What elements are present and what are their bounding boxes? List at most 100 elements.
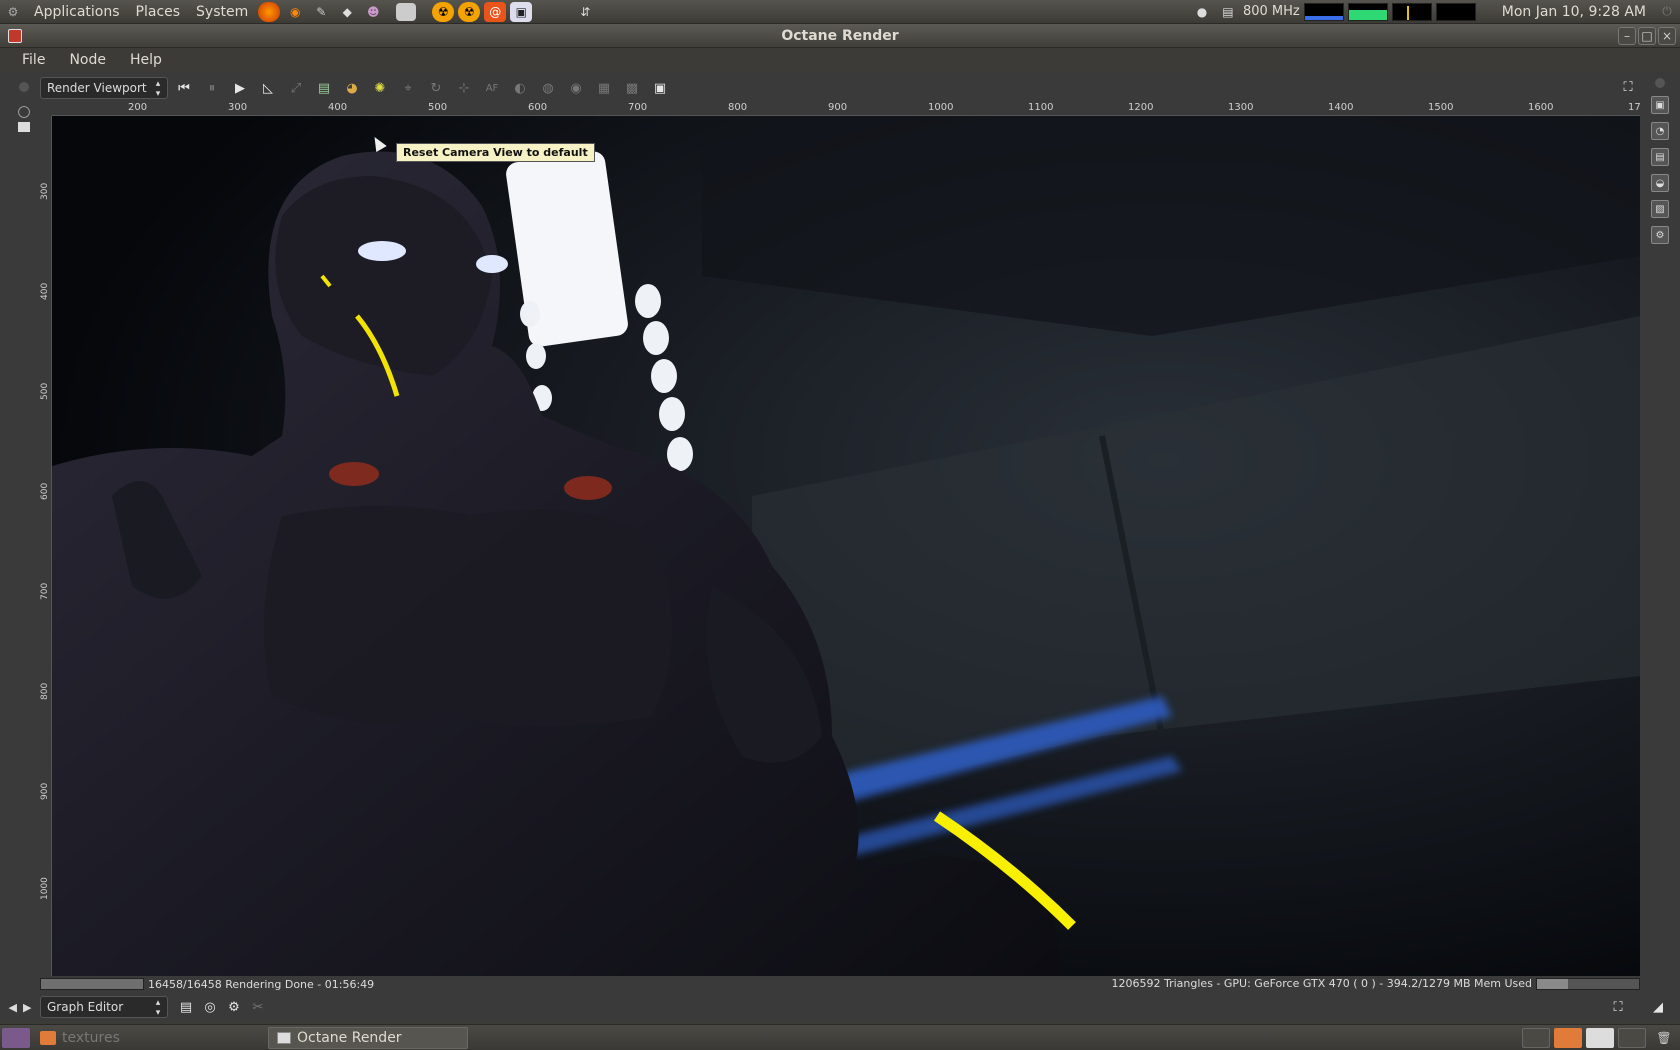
ruler-v-label: 900 [40, 782, 50, 800]
ruler-h-label: 200 [128, 102, 148, 113]
light-icon[interactable]: ✺ [368, 77, 392, 99]
disk-graph [1435, 2, 1476, 21]
panel-next-icon[interactable]: ▶ [23, 1001, 31, 1014]
places-menu[interactable]: Places [128, 4, 189, 20]
minimize-button[interactable]: – [1618, 27, 1636, 45]
trash-icon[interactable]: 🗑 [1650, 1028, 1678, 1048]
task-label: Octane Render [297, 1029, 402, 1046]
checker-icon[interactable]: ▩ [620, 77, 644, 99]
system-menu[interactable]: System [188, 4, 256, 20]
task-textures[interactable]: textures [32, 1027, 222, 1049]
ruler-v-label: 300 [40, 182, 50, 200]
window-title: Octane Render [781, 27, 899, 44]
ruler-icon[interactable]: ◺ [256, 77, 280, 99]
white-balance-icon[interactable]: ◐ [508, 77, 532, 99]
cpu-graph [1303, 2, 1344, 21]
render-progress-bar [40, 978, 144, 990]
alpha-icon[interactable]: ▣ [648, 77, 672, 99]
pick-icon[interactable]: ⊹ [452, 77, 476, 99]
viewport-selector[interactable]: Render Viewport ▴▾ [40, 77, 168, 99]
ruler-h-label: 1600 [1528, 102, 1554, 113]
ruler-h-label: 400 [328, 102, 348, 113]
lock-icon[interactable]: ◉ [564, 77, 588, 99]
maximize-button[interactable]: □ [1638, 27, 1656, 45]
dock-handle-right-icon[interactable] [1655, 78, 1665, 88]
gimp-icon[interactable]: ✎ [310, 2, 332, 22]
save-image-icon[interactable]: ▤ [312, 77, 336, 99]
applications-menu[interactable]: Applications [26, 4, 128, 20]
node-inspector-icon[interactable]: ⚙ [1651, 226, 1669, 244]
graph-editor-selector-label: Graph Editor [47, 1000, 124, 1014]
file-menu[interactable]: File [10, 52, 57, 68]
clock[interactable]: Mon Jan 10, 9:28 AM [1494, 4, 1654, 20]
collapse-icon[interactable] [18, 122, 30, 132]
folder-icon [40, 1030, 56, 1045]
ruler-h-label: 300 [228, 102, 248, 113]
menubar: File Node Help [0, 48, 1680, 72]
ruler-h-label: 1000 [928, 102, 954, 113]
panel-prev-icon[interactable]: ◀ [9, 1001, 17, 1014]
grid-icon[interactable]: ▦ [592, 77, 616, 99]
memory-usage-fill [1537, 978, 1569, 989]
network-graph [1391, 2, 1432, 21]
file-manager-icon[interactable] [396, 2, 417, 21]
fullscreen-icon[interactable]: ⛶ [1616, 76, 1640, 98]
inkscape-icon[interactable]: ◆ [336, 2, 358, 22]
workspace-1-icon[interactable] [1522, 1027, 1550, 1048]
restart-render-icon[interactable]: ⏮ [172, 77, 196, 99]
workspace-3-icon[interactable] [1586, 1027, 1614, 1048]
nuke-x-icon[interactable]: ☢ [458, 1, 481, 22]
new-node-icon[interactable]: ▤ [174, 996, 198, 1018]
app-area: Render Viewport ▴▾ ⏮ ⏸ ▶ ◺ ⤢ ▤ ◕ ✺ ⌖ ↻ ⊹… [0, 72, 1680, 1022]
panel-nav: ◀ ▶ [0, 1001, 40, 1014]
focus-icon[interactable]: ⌖ [396, 77, 420, 99]
updown-icon: ▴▾ [153, 998, 163, 1018]
render-settings-icon[interactable]: ▣ [1651, 96, 1669, 114]
add-node-icon[interactable]: ◎ [198, 996, 222, 1018]
monster-icon[interactable]: ☻ [362, 2, 384, 22]
show-desktop-icon[interactable] [2, 1027, 30, 1048]
material-icon[interactable]: ◕ [340, 77, 364, 99]
render-viewport[interactable]: Reset Camera View to default [52, 116, 1640, 976]
help-menu[interactable]: Help [118, 52, 174, 68]
resize-grip-icon[interactable]: ◢ [1646, 996, 1670, 1018]
window-menu-icon[interactable] [8, 29, 22, 43]
ruler-h-label: 17 [1628, 102, 1641, 113]
ubuntu-logo-icon[interactable]: ⚙ [2, 2, 24, 22]
task-octane-render[interactable]: Octane Render [268, 1026, 468, 1049]
image-icon[interactable]: ▨ [1651, 200, 1669, 218]
dock-handle-icon[interactable] [19, 82, 29, 92]
graph-fullscreen-icon[interactable]: ⛶ [1606, 996, 1630, 1018]
chat-status-icon[interactable]: ● [1191, 2, 1213, 22]
start-render-icon[interactable]: ▶ [228, 77, 252, 99]
network-icon[interactable]: ⇵ [574, 2, 596, 22]
camera-settings-icon[interactable]: ◔ [1651, 122, 1669, 140]
window-titlebar: Octane Render – □ × [0, 24, 1680, 48]
blender-icon[interactable]: ◉ [284, 2, 306, 22]
houdini-icon[interactable]: @ [484, 1, 507, 22]
ruler-h-label: 1300 [1228, 102, 1254, 113]
region-icon[interactable]: ◍ [536, 77, 560, 99]
graph-editor-selector[interactable]: Graph Editor ▴▾ [40, 996, 168, 1018]
firefox-icon[interactable] [258, 1, 281, 22]
viewport-toolbar: Render Viewport ▴▾ ⏮ ⏸ ▶ ◺ ⤢ ▤ ◕ ✺ ⌖ ↻ ⊹… [40, 76, 1640, 100]
settings-node-icon[interactable]: ⚙ [222, 996, 246, 1018]
power-icon[interactable]: ⏻ [1656, 2, 1678, 22]
nuke-icon[interactable]: ☢ [432, 1, 455, 22]
reset-camera-icon[interactable]: ⤢ [284, 77, 308, 99]
environment-icon[interactable]: ◒ [1651, 174, 1669, 192]
imager-icon[interactable]: ▤ [1651, 148, 1669, 166]
delete-node-icon[interactable]: ✂ [246, 996, 270, 1018]
pause-render-icon[interactable]: ⏸ [200, 77, 224, 99]
horizontal-ruler: 200 300 400 500 600 700 800 900 1000 1100 1200 1300… [52, 102, 1641, 116]
graph-editor-toolbar: ◀ ▶ Graph Editor ▴▾ ▤ ◎ ⚙ ✂ ⛶ ◢ [0, 994, 1680, 1020]
rotate-icon[interactable]: ↻ [424, 77, 448, 99]
autofocus-icon[interactable]: AF [480, 77, 504, 99]
workspace-4-icon[interactable] [1618, 1027, 1646, 1048]
workspace-2-icon[interactable] [1554, 1027, 1582, 1048]
close-button[interactable]: × [1658, 27, 1676, 45]
terminal-icon[interactable]: ▣ [510, 1, 533, 22]
memory-usage-bar [1536, 977, 1640, 990]
node-menu[interactable]: Node [57, 52, 118, 68]
zoom-icon[interactable] [18, 106, 30, 118]
